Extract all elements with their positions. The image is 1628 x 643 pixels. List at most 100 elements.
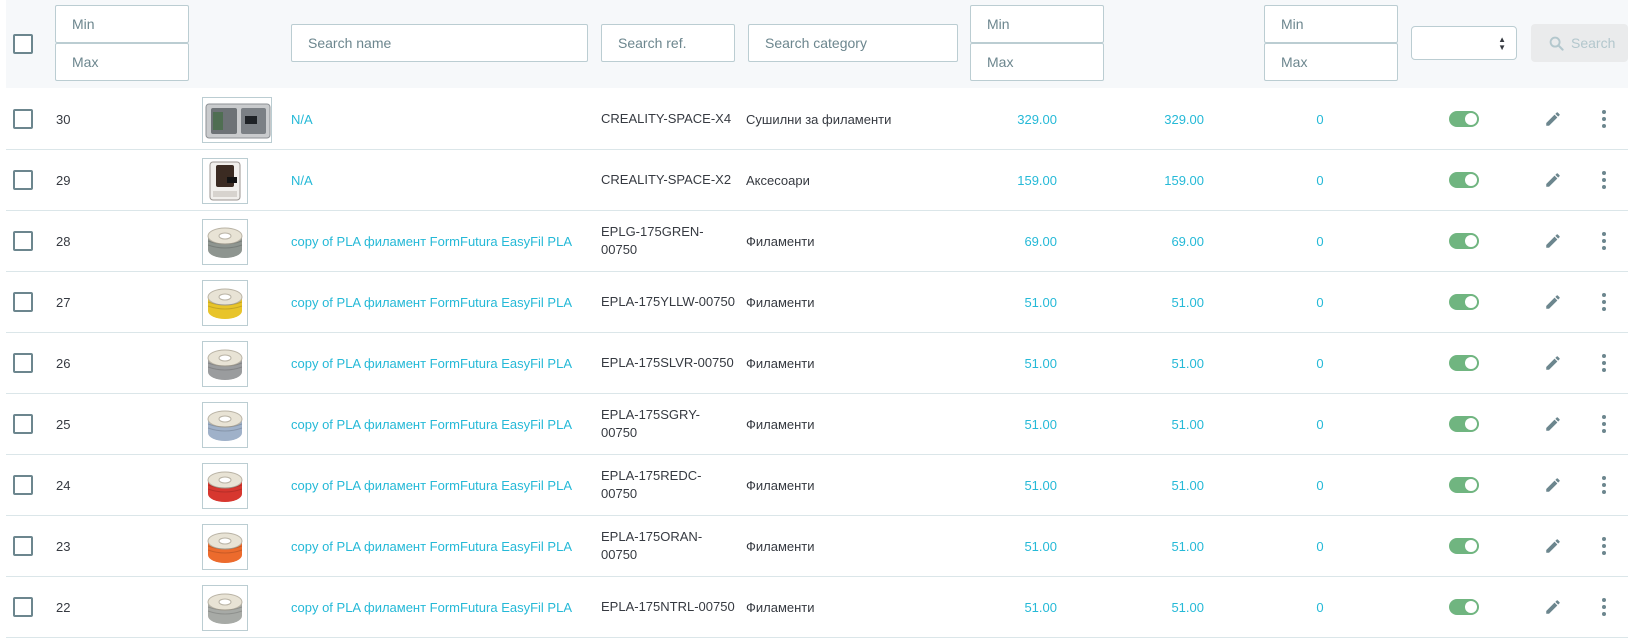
pencil-icon[interactable] [1544, 415, 1562, 433]
id-max-input[interactable]: Max [55, 43, 189, 81]
product-name-link[interactable]: copy of PLA филамент FormFutura EasyFil … [291, 455, 572, 515]
product-thumbnail [202, 158, 248, 204]
product-quantity[interactable]: 0 [1306, 394, 1334, 454]
status-toggle[interactable] [1449, 111, 1479, 127]
price-tax-incl[interactable]: 51.00 [1126, 516, 1204, 576]
status-toggle[interactable] [1449, 416, 1479, 432]
product-category: Аксесоари [746, 172, 810, 188]
id-min-input[interactable]: Min [55, 5, 189, 43]
price-tax-incl[interactable]: 51.00 [1126, 333, 1204, 393]
product-name-link[interactable]: copy of PLA филамент FormFutura EasyFil … [291, 394, 572, 454]
qty-min-input[interactable]: Min [1264, 5, 1398, 43]
more-vert-icon[interactable] [1601, 110, 1607, 130]
ref-search-input[interactable]: Search ref. [601, 24, 735, 62]
product-quantity[interactable]: 0 [1306, 211, 1334, 271]
search-button[interactable]: Search [1531, 24, 1628, 62]
price-tax-incl[interactable]: 51.00 [1126, 455, 1204, 515]
row-checkbox[interactable] [13, 109, 33, 129]
product-thumbnail [202, 280, 248, 326]
pencil-icon[interactable] [1544, 537, 1562, 555]
pencil-icon[interactable] [1544, 171, 1562, 189]
pencil-icon[interactable] [1544, 110, 1562, 128]
row-checkbox[interactable] [13, 536, 33, 556]
price-tax-excl[interactable]: 51.00 [976, 272, 1057, 332]
product-quantity[interactable]: 0 [1306, 272, 1334, 332]
status-toggle[interactable] [1449, 538, 1479, 554]
qty-max-input[interactable]: Max [1264, 43, 1398, 81]
name-search-input[interactable]: Search name [291, 24, 588, 62]
status-toggle[interactable] [1449, 599, 1479, 615]
more-vert-icon[interactable] [1601, 354, 1607, 374]
price-tax-incl[interactable]: 51.00 [1126, 394, 1204, 454]
product-name-link[interactable]: copy of PLA филамент FormFutura EasyFil … [291, 272, 572, 332]
product-category: Филаменти [746, 294, 815, 310]
row-checkbox[interactable] [13, 597, 33, 617]
price-tax-excl[interactable]: 51.00 [976, 394, 1057, 454]
toggle-knob [1465, 601, 1477, 613]
product-name-link[interactable]: copy of PLA филамент FormFutura EasyFil … [291, 211, 572, 271]
product-id: 22 [56, 599, 71, 615]
row-checkbox[interactable] [13, 475, 33, 495]
product-name-link[interactable]: N/A [291, 89, 313, 149]
more-vert-icon[interactable] [1601, 415, 1607, 435]
price-tax-excl[interactable]: 51.00 [976, 455, 1057, 515]
product-reference: EPLA-175REDC-00750 [601, 468, 702, 501]
row-checkbox[interactable] [13, 231, 33, 251]
price-min-input[interactable]: Min [970, 5, 1104, 43]
price-tax-excl[interactable]: 51.00 [976, 516, 1057, 576]
product-quantity[interactable]: 0 [1306, 150, 1334, 210]
product-id: 24 [56, 477, 71, 493]
product-name-link[interactable]: N/A [291, 150, 313, 210]
row-checkbox[interactable] [13, 353, 33, 373]
price-tax-incl[interactable]: 51.00 [1126, 577, 1204, 637]
price-tax-incl[interactable]: 159.00 [1126, 150, 1204, 210]
status-toggle[interactable] [1449, 355, 1479, 371]
more-vert-icon[interactable] [1601, 232, 1607, 252]
row-checkbox[interactable] [13, 292, 33, 312]
product-quantity[interactable]: 0 [1306, 333, 1334, 393]
pencil-icon[interactable] [1544, 232, 1562, 250]
status-toggle[interactable] [1449, 172, 1479, 188]
price-max-input[interactable]: Max [970, 43, 1104, 81]
status-select[interactable]: ▲ ▼ [1411, 26, 1517, 60]
product-quantity[interactable]: 0 [1306, 516, 1334, 576]
price-tax-incl[interactable]: 69.00 [1126, 211, 1204, 271]
product-thumbnail [202, 219, 248, 265]
more-vert-icon[interactable] [1601, 293, 1607, 313]
price-tax-excl[interactable]: 159.00 [976, 150, 1057, 210]
price-tax-excl[interactable]: 51.00 [976, 333, 1057, 393]
row-checkbox[interactable] [13, 170, 33, 190]
more-vert-icon[interactable] [1601, 171, 1607, 191]
row-checkbox[interactable] [13, 414, 33, 434]
product-name-link[interactable]: copy of PLA филамент FormFutura EasyFil … [291, 577, 572, 637]
price-tax-incl[interactable]: 51.00 [1126, 272, 1204, 332]
product-quantity[interactable]: 0 [1306, 577, 1334, 637]
product-name-link[interactable]: copy of PLA филамент FormFutura EasyFil … [291, 516, 572, 576]
status-toggle[interactable] [1449, 233, 1479, 249]
product-quantity[interactable]: 0 [1306, 455, 1334, 515]
pencil-icon[interactable] [1544, 598, 1562, 616]
product-quantity[interactable]: 0 [1306, 89, 1334, 149]
more-vert-icon[interactable] [1601, 537, 1607, 557]
pencil-icon[interactable] [1544, 293, 1562, 311]
table-row: 22 copy of PLA филамент FormFutura EasyFi… [6, 577, 1628, 638]
price-tax-excl[interactable]: 69.00 [976, 211, 1057, 271]
toggle-knob [1465, 479, 1477, 491]
pencil-icon[interactable] [1544, 476, 1562, 494]
price-tax-incl[interactable]: 329.00 [1126, 89, 1204, 149]
product-thumbnail [202, 463, 248, 509]
status-toggle[interactable] [1449, 477, 1479, 493]
product-name-link[interactable]: copy of PLA филамент FormFutura EasyFil … [291, 333, 572, 393]
category-search-input[interactable]: Search category [748, 24, 958, 62]
more-vert-icon[interactable] [1601, 476, 1607, 496]
price-tax-excl[interactable]: 51.00 [976, 577, 1057, 637]
more-vert-icon[interactable] [1601, 598, 1607, 618]
select-all-checkbox[interactable] [13, 34, 33, 54]
product-id: 26 [56, 355, 71, 371]
price-tax-excl[interactable]: 329.00 [976, 89, 1057, 149]
pencil-icon[interactable] [1544, 354, 1562, 372]
product-category: Филаменти [746, 416, 815, 432]
product-thumbnail [202, 585, 248, 631]
product-id: 29 [56, 172, 71, 188]
status-toggle[interactable] [1449, 294, 1479, 310]
